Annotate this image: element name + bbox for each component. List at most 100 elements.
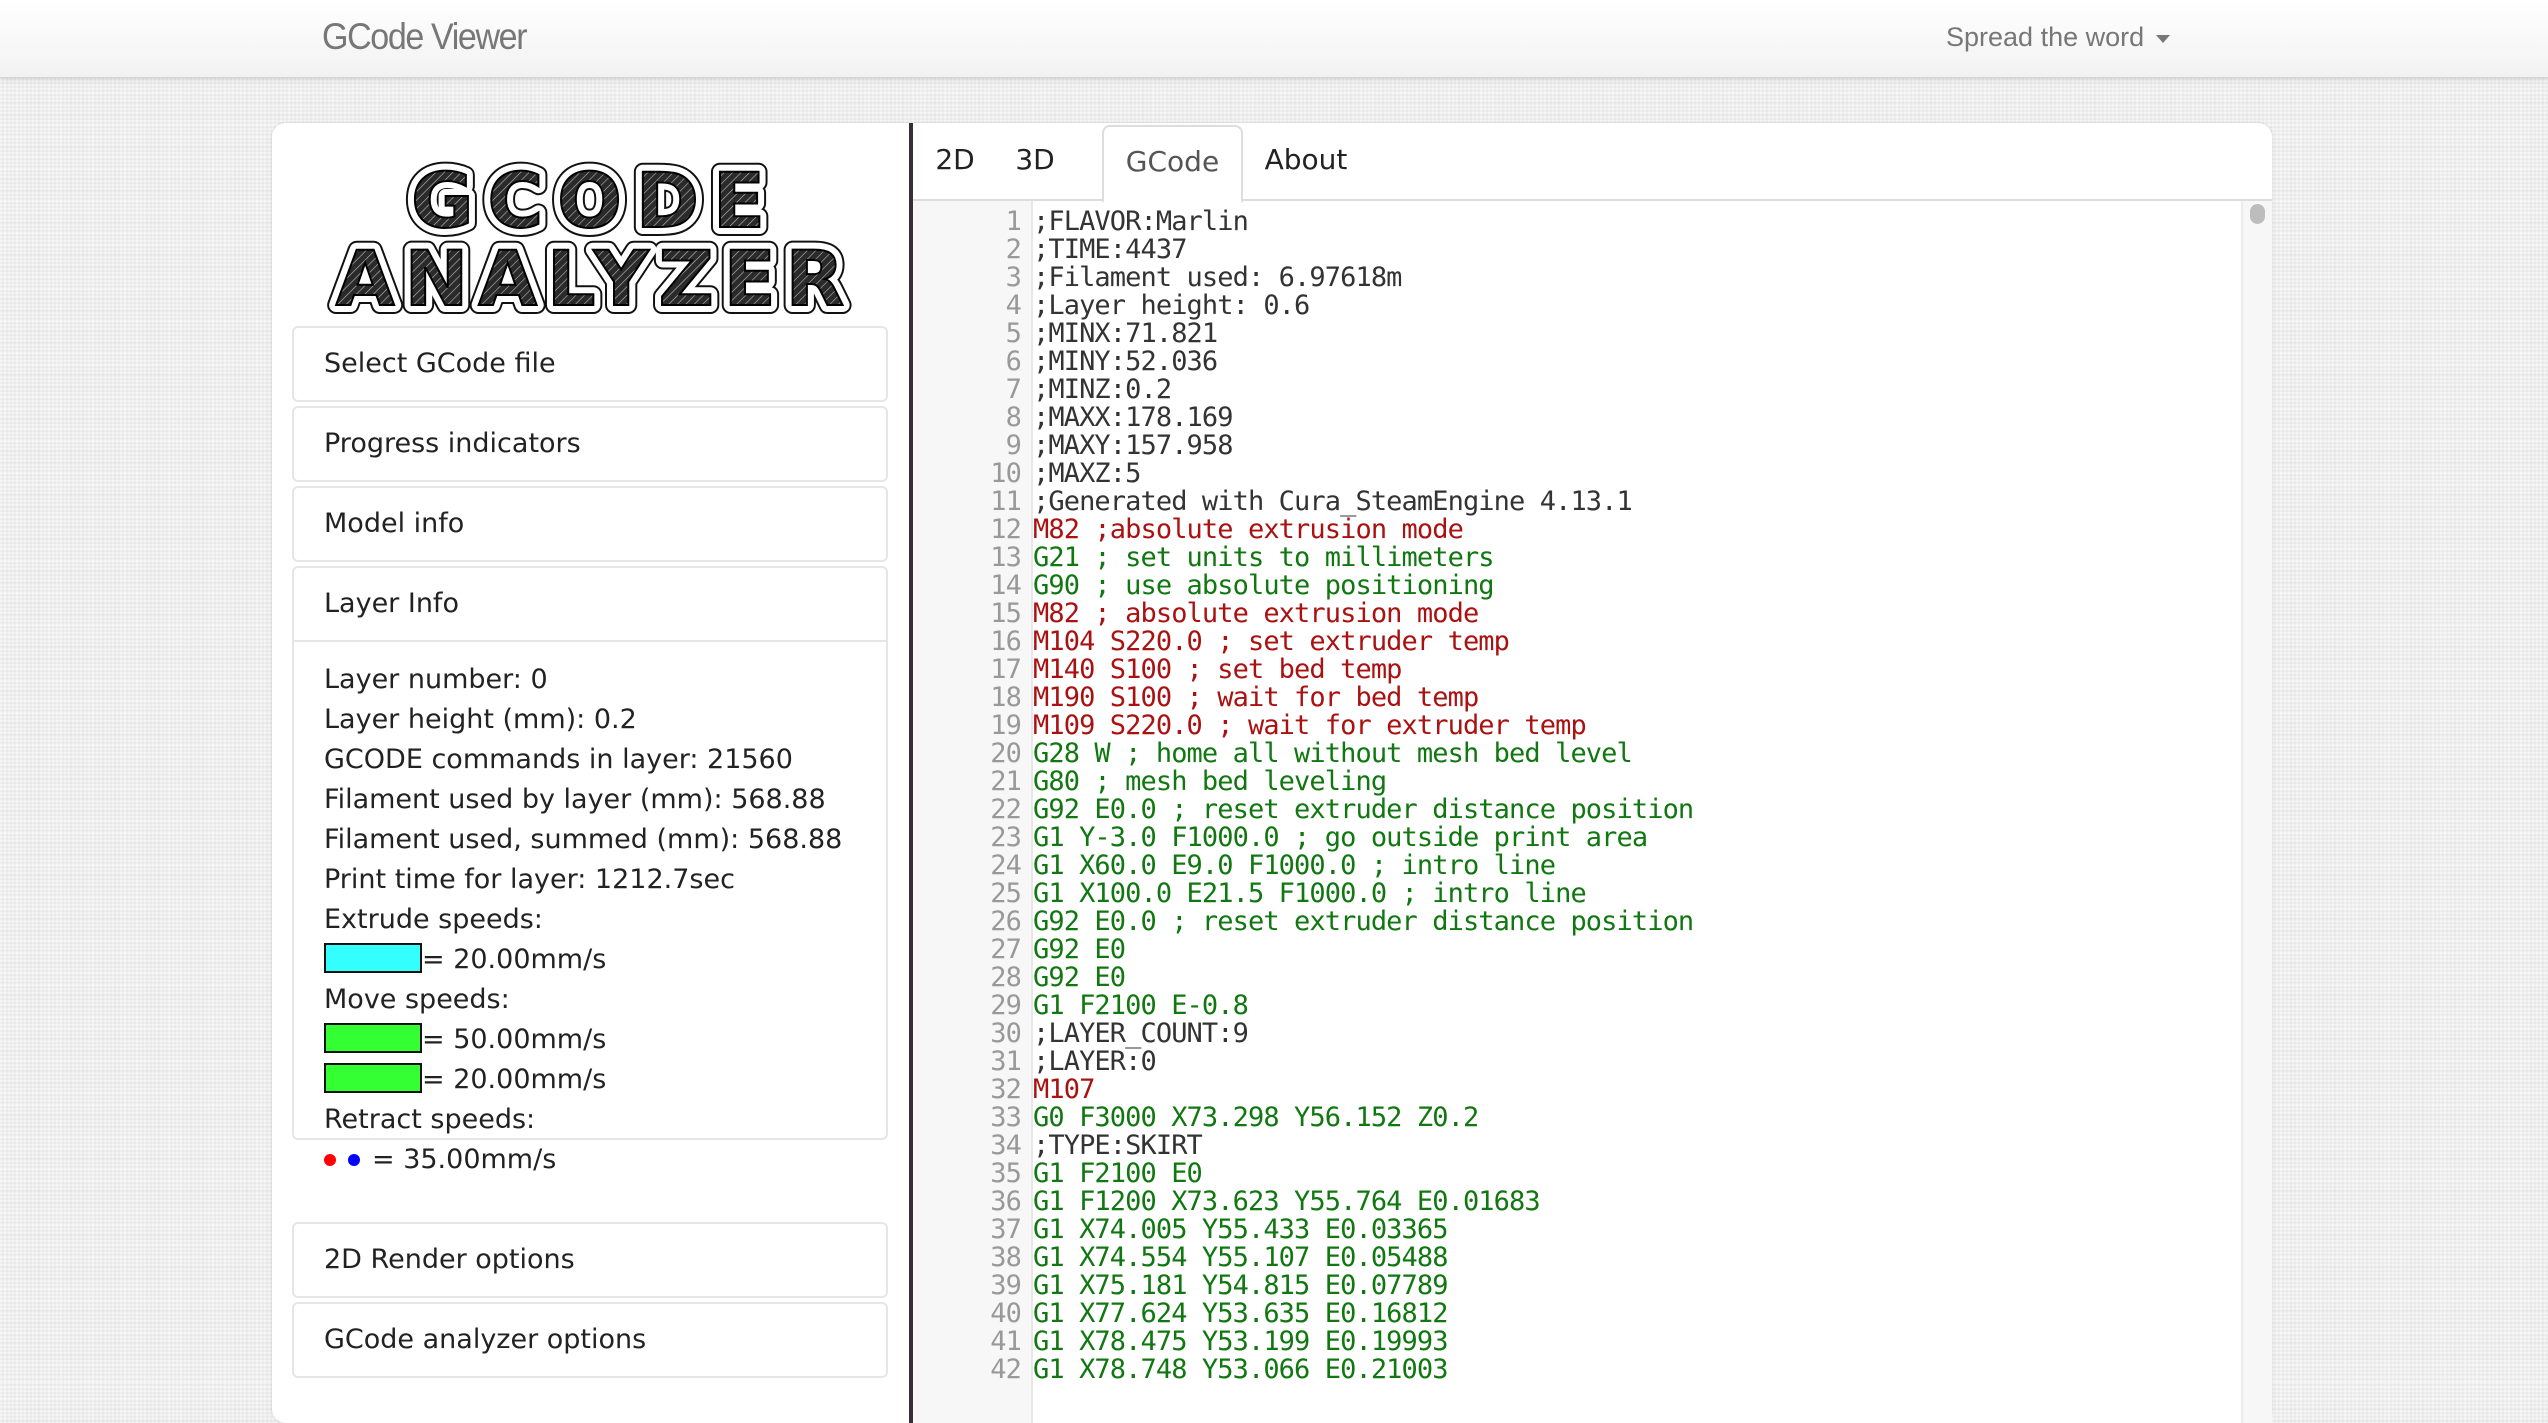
line-number: 2 [1005, 234, 1022, 265]
line-text: G92 E0 [1033, 962, 1126, 993]
line-text: M82 ;absolute extrusion mode [1033, 514, 1464, 545]
line-number: 19 [990, 710, 1022, 741]
panel-model-info: Model info [292, 486, 888, 562]
gcode-line: 40 G1 X77.624 Y53.635 E0.16812 [913, 1300, 2242, 1328]
panel-heading-select-gcode-file[interactable]: Select GCode file [294, 328, 886, 400]
line-number: 11 [990, 486, 1022, 517]
line-number: 34 [990, 1130, 1022, 1161]
main-container: GCODE GCODE GCODE ANALYZER ANALYZER ANAL… [272, 123, 2272, 1423]
gcode-line: 36 G1 F1200 X73.623 Y55.764 E0.01683 [913, 1188, 2242, 1216]
line-number: 33 [990, 1102, 1022, 1133]
line-text: G80 ; mesh bed leveling [1033, 766, 1387, 797]
line-number: 40 [990, 1298, 1022, 1329]
line-text: M107 [1033, 1074, 1095, 1105]
tab-about[interactable]: About [1243, 125, 1369, 199]
panel-gcode-analyzer-options: GCode analyzer options [292, 1302, 888, 1378]
panel-heading-gcode-analyzer-options[interactable]: GCode analyzer options [294, 1304, 886, 1376]
line-text: ;Layer height: 0.6 [1033, 290, 1310, 321]
layer-info-body: Layer number: 0 Layer height (mm): 0.2 G… [294, 640, 886, 1180]
line-text: G1 X78.748 Y53.066 E0.21003 [1033, 1354, 1449, 1385]
gcode-line: 29 G1 F2100 E-0.8 [913, 992, 2242, 1020]
line-text: ;LAYER:0 [1033, 1046, 1157, 1077]
line-text: ;MINZ:0.2 [1033, 374, 1172, 405]
gcode-line: 33 G0 F3000 X73.298 Y56.152 Z0.2 [913, 1104, 2242, 1132]
line-number: 20 [990, 738, 1022, 769]
extrude-speed-value: = 20.00mm/s [422, 944, 607, 975]
retract-speed-value: = 35.00mm/s [372, 1144, 557, 1175]
gcode-line: 18 M190 S100 ; wait for bed temp [913, 684, 2242, 712]
line-number: 32 [990, 1074, 1022, 1105]
gcode-line: 38 G1 X74.554 Y55.107 E0.05488 [913, 1244, 2242, 1272]
line-number: 18 [990, 682, 1022, 713]
line-number: 12 [990, 514, 1022, 545]
gcode-line: 20 G28 W ; home all without mesh bed leve… [913, 740, 2242, 768]
move-speed-value: = 20.00mm/s [422, 1064, 607, 1095]
gcode-line: 28 G92 E0 [913, 964, 2242, 992]
extrude-speed-swatch [324, 943, 422, 973]
tab-gcode[interactable]: GCode [1102, 125, 1243, 203]
extrude-speed-row: = 20.00mm/s [324, 940, 856, 980]
line-number: 5 [1005, 318, 1022, 349]
move-speed-row: = 20.00mm/s [324, 1060, 856, 1100]
editor-scrollbar-thumb[interactable] [2250, 204, 2265, 224]
line-number: 30 [990, 1018, 1022, 1049]
line-text: G92 E0.0 ; reset extruder distance posit… [1033, 906, 1694, 937]
gcode-editor[interactable]: 1 ;FLAVOR:Marlin 2 ;TIME:4437 3 ;Filament use… [913, 201, 2272, 1423]
line-text: G1 Y-3.0 F1000.0 ; go outside print area [1033, 822, 1648, 853]
tab-2d[interactable]: 2D [923, 125, 987, 199]
line-number: 38 [990, 1242, 1022, 1273]
gcode-line: 31 ;LAYER:0 [913, 1048, 2242, 1076]
line-text: G92 E0.0 ; reset extruder distance posit… [1033, 794, 1694, 825]
spread-the-word-dropdown[interactable]: Spread the word [1946, 22, 2171, 53]
line-number: 16 [990, 626, 1022, 657]
line-number: 21 [990, 766, 1022, 797]
line-text: ;Generated with Cura_SteamEngine 4.13.1 [1033, 486, 1633, 517]
line-text: ;FLAVOR:Marlin [1033, 206, 1249, 237]
line-number: 28 [990, 962, 1022, 993]
tab-3d[interactable]: 3D [997, 125, 1073, 199]
line-number: 29 [990, 990, 1022, 1021]
gcode-line: 1 ;FLAVOR:Marlin [913, 208, 2242, 236]
panel-heading-2d-render-options[interactable]: 2D Render options [294, 1224, 886, 1296]
line-number: 9 [1005, 430, 1022, 461]
gcode-line: 15 M82 ; absolute extrusion mode [913, 600, 2242, 628]
filament-used-summed: Filament used, summed (mm): 568.88 [324, 824, 843, 855]
navbar: GCode Viewer Spread the word [0, 0, 2548, 78]
line-number: 26 [990, 906, 1022, 937]
panel-heading-layer-info[interactable]: Layer Info [294, 568, 886, 640]
editor-scrollbar[interactable] [2241, 201, 2272, 1423]
gcode-line: 8 ;MAXX:178.169 [913, 404, 2242, 432]
panel-select-gcode-file: Select GCode file [292, 326, 888, 402]
line-text: G1 X77.624 Y53.635 E0.16812 [1033, 1298, 1449, 1329]
panel-progress-indicators: Progress indicators [292, 406, 888, 482]
retract-speed-row: = 35.00mm/s [324, 1140, 856, 1180]
gcode-line: 3 ;Filament used: 6.97618m [913, 264, 2242, 292]
line-number: 17 [990, 654, 1022, 685]
layer-number: Layer number: 0 [324, 664, 548, 695]
line-number: 6 [1005, 346, 1022, 377]
line-number: 22 [990, 794, 1022, 825]
gcode-line: 4 ;Layer height: 0.6 [913, 292, 2242, 320]
line-text: G0 F3000 X73.298 Y56.152 Z0.2 [1033, 1102, 1479, 1133]
line-number: 7 [1005, 374, 1022, 405]
move-speed-row: = 50.00mm/s [324, 1020, 856, 1060]
line-text: ;MAXX:178.169 [1033, 402, 1234, 433]
print-time-for-layer: Print time for layer: 1212.7sec [324, 864, 735, 895]
line-text: M140 S100 ; set bed temp [1033, 654, 1402, 685]
line-number: 25 [990, 878, 1022, 909]
brand-title[interactable]: GCode Viewer [322, 16, 528, 58]
gcode-commands-in-layer: GCODE commands in layer: 21560 [324, 744, 793, 775]
line-number: 13 [990, 542, 1022, 573]
line-number: 36 [990, 1186, 1022, 1217]
panel-heading-model-info[interactable]: Model info [294, 488, 886, 560]
panel-2d-render-options: 2D Render options [292, 1222, 888, 1298]
panel-heading-progress-indicators[interactable]: Progress indicators [294, 408, 886, 480]
filament-used-by-layer: Filament used by layer (mm): 568.88 [324, 784, 826, 815]
gcode-line: 19 M109 S220.0 ; wait for extruder temp [913, 712, 2242, 740]
line-number: 31 [990, 1046, 1022, 1077]
spread-the-word-label: Spread the word [1946, 22, 2145, 52]
line-number: 10 [990, 458, 1022, 489]
line-text: ;Filament used: 6.97618m [1033, 262, 1402, 293]
gcode-line: 23 G1 Y-3.0 F1000.0 ; go outside print ar… [913, 824, 2242, 852]
line-text: G1 X75.181 Y54.815 E0.07789 [1033, 1270, 1449, 1301]
